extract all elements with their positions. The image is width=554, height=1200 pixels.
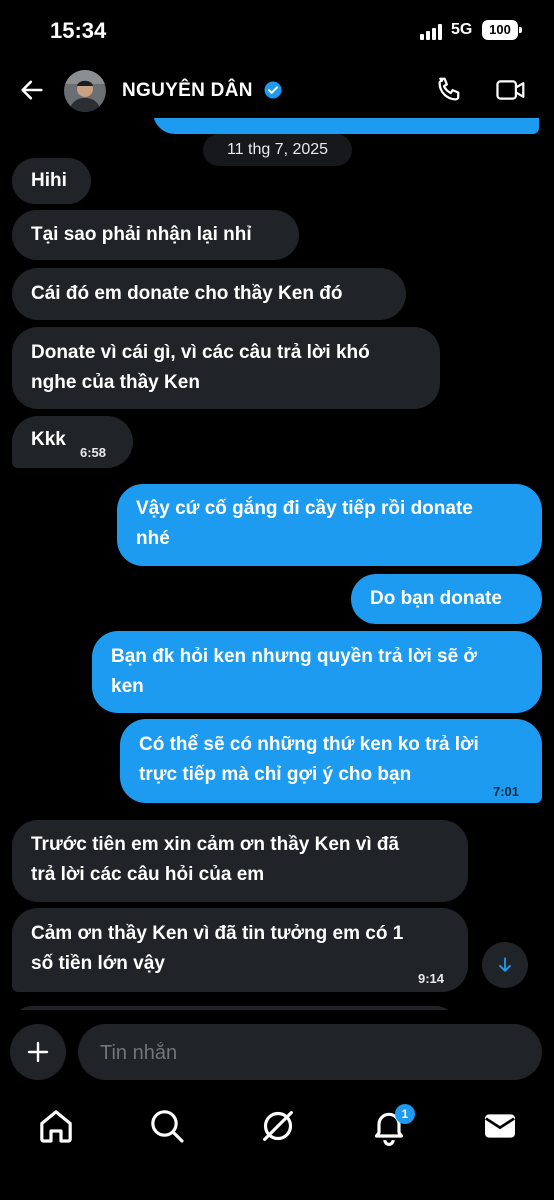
message-time: 9:14 [418,971,445,986]
message-text: nhé [136,528,170,549]
message-bubble[interactable]: Vậy cứ cố gắng đi cầy tiếp rồi donate nh… [117,484,542,566]
message-bubble[interactable]: Hihi [12,158,91,204]
message-text: số tiền lớn vậy [31,953,165,974]
bottom-navigation: 1 [0,1094,554,1200]
message-bubble[interactable]: Bạn đk hỏi ken nhưng quyền trả lời sẽ ở … [92,631,542,713]
message-bubble[interactable]: Cảm ơn thầy Ken vì đã tin tưởng em có 1 … [12,908,468,992]
verified-badge-icon [264,81,282,99]
message-input-container[interactable] [78,1024,542,1082]
message-text: Hihi [31,170,67,191]
message-text: trực tiếp mà chỉ gợi ý cho bạn [139,764,412,785]
message-bubble[interactable]: Có thể sẽ có những thứ ken ko trả lời tr… [120,719,542,803]
scroll-to-bottom-button[interactable] [482,942,528,988]
message-list[interactable]: 11 thg 7, 2025 Hihi Tại sao phải nhận lạ… [0,118,554,1010]
add-attachment-button[interactable] [10,1024,66,1080]
back-arrow-icon[interactable] [18,76,46,104]
network-label: 5G [451,21,473,38]
phone-call-icon[interactable] [434,75,464,105]
status-bar: 15:34 5G 100 [0,0,554,62]
message-text: Cái đó em donate cho thầy Ken đó [31,283,343,304]
message-time: 6:58 [80,445,107,460]
message-text: Tại sao phải nhận lại nhỉ [31,224,252,245]
message-bubble-partial [153,118,539,134]
search-icon[interactable] [147,1106,187,1146]
avatar[interactable] [64,70,106,112]
battery-level: 100 [489,22,511,37]
message-bubble[interactable]: Trước tiên em xin cảm ơn thầy Ken vì đã … [12,820,468,902]
date-separator: 11 thg 7, 2025 [203,134,352,166]
status-time: 15:34 [50,18,107,43]
arrow-down-icon [499,957,511,972]
messages-icon[interactable] [480,1106,520,1146]
message-text: Trước tiên em xin cảm ơn thầy Ken vì đã [31,834,400,855]
contact-name[interactable]: NGUYÊN DÂN [122,80,253,102]
home-icon[interactable] [36,1106,76,1146]
notification-count-badge: 1 [395,1104,415,1124]
message-text: Vậy cứ cố gắng đi cầy tiếp rồi donate [136,498,473,519]
message-bubble[interactable]: Kkk 6:58 [12,416,133,468]
message-composer [0,1010,554,1094]
message-text: Donate vì cái gì, vì các câu trả lời khó [31,342,370,363]
message-bubble[interactable]: Do bạn donate [351,574,542,624]
message-bubble[interactable]: Cái đó em donate cho thầy Ken đó [12,268,406,320]
message-text: nghe của thầy Ken [31,372,200,393]
signal-icon [420,24,444,40]
chat-header: NGUYÊN DÂN [0,62,554,118]
battery-icon: 100 [482,20,522,40]
message-text: Cảm ơn thầy Ken vì đã tin tưởng em có 1 [31,923,404,944]
message-bubble[interactable]: Tại sao phải nhận lại nhỉ [12,210,299,260]
message-input[interactable] [98,1024,522,1082]
video-call-icon[interactable] [495,75,527,105]
plus-icon [27,1041,49,1063]
message-text: Do bạn donate [370,588,502,609]
grok-icon[interactable] [258,1106,298,1146]
message-text: trả lời các câu hỏi của em [31,864,265,885]
message-text: Bạn đk hỏi ken nhưng quyền trả lời sẽ ở [111,646,477,667]
message-time: 7:01 [493,784,520,799]
message-text: Có thể sẽ có những thứ ken ko trả lời [139,734,479,755]
message-bubble[interactable]: Donate vì cái gì, vì các câu trả lời khó… [12,327,440,409]
message-text: ken [111,676,144,697]
